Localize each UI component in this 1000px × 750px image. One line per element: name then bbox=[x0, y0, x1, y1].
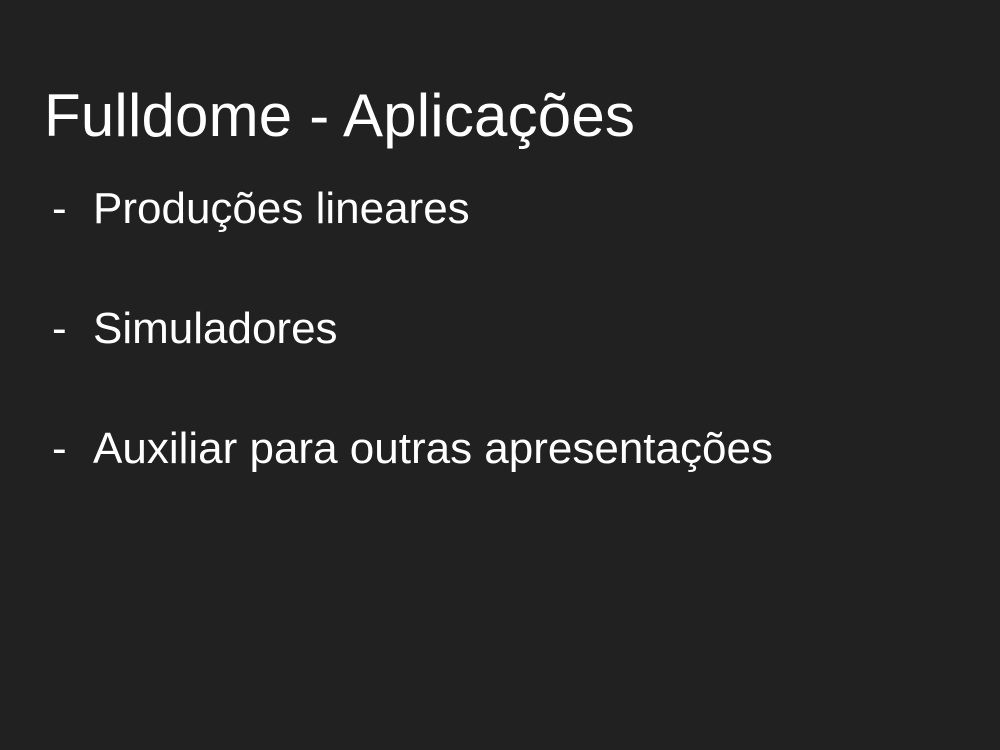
bullet-text-producoes-lineares: Produções lineares bbox=[93, 184, 470, 233]
dash-bullet-icon: - bbox=[52, 424, 67, 473]
slide-title: Fulldome - Aplicações bbox=[44, 82, 636, 149]
bullet-text-auxiliar: Auxiliar para outras apresentações bbox=[93, 424, 773, 473]
slide: Fulldome - Aplicações - Produções linear… bbox=[0, 0, 1000, 750]
dash-bullet-icon: - bbox=[52, 304, 67, 353]
bullet-text-simuladores: Simuladores bbox=[93, 304, 338, 353]
dash-bullet-icon: - bbox=[52, 184, 67, 233]
